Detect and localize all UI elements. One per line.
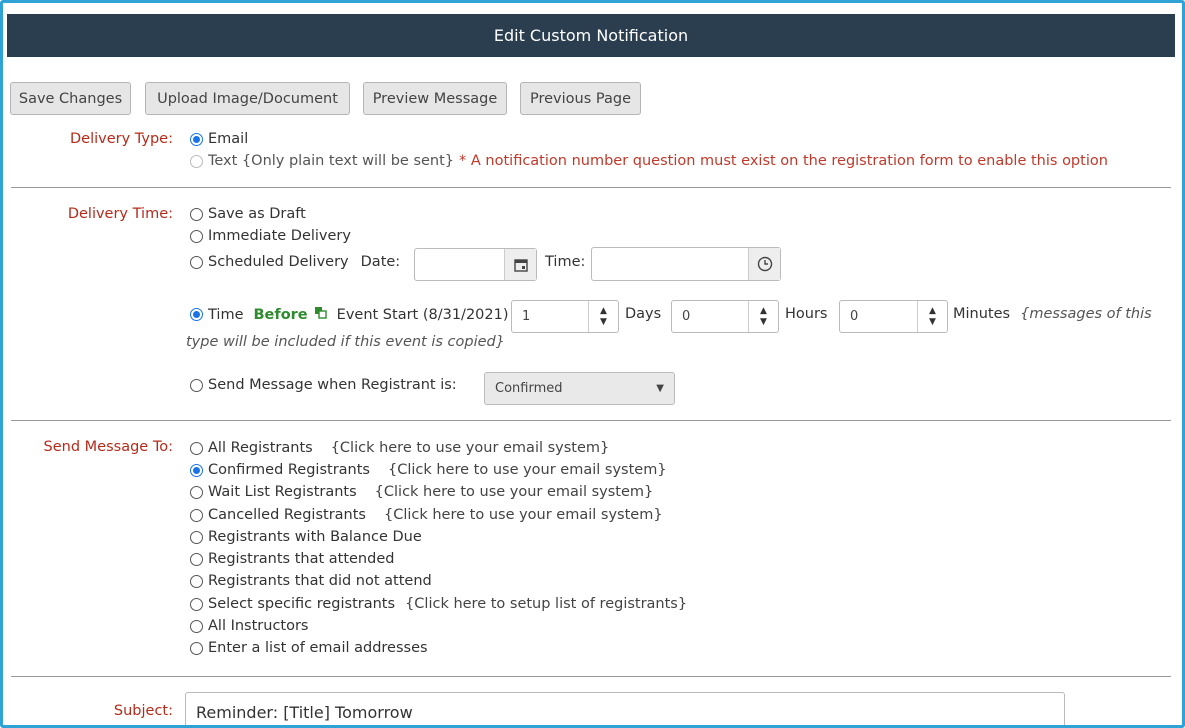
radio-icon[interactable] bbox=[190, 508, 203, 522]
radio-icon[interactable] bbox=[190, 463, 203, 477]
time-option-label: Time bbox=[208, 306, 244, 323]
status-select[interactable]: Confirmed ▼ bbox=[484, 372, 675, 405]
email-system-link[interactable]: {Click here to use your email system} bbox=[331, 440, 610, 456]
delivery-text-label: Text {Only plain text will be sent} bbox=[208, 153, 455, 169]
send-to-option[interactable]: Select specific registrants {Click here … bbox=[190, 596, 687, 612]
event-start-label: Event Start (8/31/2021) bbox=[336, 306, 509, 323]
send-to-option-label: All Instructors bbox=[208, 618, 309, 634]
divider bbox=[11, 420, 1171, 421]
radio-icon[interactable] bbox=[190, 378, 203, 392]
draft-label: Save as Draft bbox=[208, 206, 306, 222]
immediate-option[interactable]: Immediate Delivery bbox=[190, 228, 351, 244]
send-to-option-label: Enter a list of email addresses bbox=[208, 640, 428, 656]
status-option[interactable]: Send Message when Registrant is: bbox=[190, 377, 457, 393]
email-system-link[interactable]: {Click here to use your email system} bbox=[375, 484, 654, 500]
days-value: 1 bbox=[522, 309, 531, 324]
copy-note: {messages of this bbox=[1020, 306, 1152, 322]
send-to-option[interactable]: Registrants that attended bbox=[190, 551, 394, 567]
send-to-option[interactable]: Registrants that did not attend bbox=[190, 573, 432, 589]
send-to-option[interactable]: Wait List Registrants {Click here to use… bbox=[190, 484, 653, 500]
send-to-option-label: Registrants that did not attend bbox=[208, 573, 432, 589]
radio-icon[interactable] bbox=[190, 619, 203, 633]
days-label: Days bbox=[625, 306, 662, 322]
dropdown-arrow-icon: ▼ bbox=[656, 383, 664, 394]
hours-label: Hours bbox=[785, 306, 828, 322]
scheduled-option[interactable]: Scheduled Delivery Date: bbox=[190, 254, 400, 270]
previous-page-button[interactable]: Previous Page bbox=[520, 82, 641, 115]
draft-option[interactable]: Save as Draft bbox=[190, 206, 306, 222]
subject-value: Reminder: [Title] Tomorrow bbox=[196, 702, 413, 722]
send-to-label: Send Message To: bbox=[43, 439, 173, 455]
minutes-label: Minutes bbox=[953, 306, 1011, 322]
immediate-label: Immediate Delivery bbox=[208, 228, 351, 244]
calendar-icon[interactable] bbox=[504, 249, 536, 280]
radio-icon[interactable] bbox=[190, 229, 203, 243]
divider bbox=[11, 676, 1171, 677]
page-frame: Edit Custom Notification Save Changes Up… bbox=[0, 0, 1185, 728]
time-input[interactable] bbox=[591, 247, 781, 281]
radio-icon[interactable] bbox=[190, 552, 203, 566]
send-to-option[interactable]: All Registrants {Click here to use your … bbox=[190, 440, 609, 456]
radio-icon[interactable] bbox=[190, 308, 203, 321]
minutes-stepper[interactable]: 0 ▲ ▼ bbox=[839, 300, 948, 333]
email-system-link[interactable]: {Click here to use your email system} bbox=[388, 462, 667, 478]
send-to-option-label: Confirmed Registrants bbox=[208, 462, 370, 478]
upload-button[interactable]: Upload Image/Document bbox=[145, 82, 350, 115]
radio-icon[interactable] bbox=[190, 207, 203, 221]
send-to-option[interactable]: Confirmed Registrants {Click here to use… bbox=[190, 462, 667, 478]
date-input[interactable] bbox=[414, 248, 537, 281]
radio-icon[interactable] bbox=[190, 597, 203, 611]
delivery-text-option: Text {Only plain text will be sent} * A … bbox=[190, 153, 1108, 169]
radio-icon[interactable] bbox=[190, 574, 203, 588]
scheduled-label: Scheduled Delivery bbox=[208, 254, 349, 270]
radio-icon[interactable] bbox=[190, 530, 203, 544]
send-to-option-label: Cancelled Registrants bbox=[208, 507, 366, 523]
send-to-option[interactable]: Enter a list of email addresses bbox=[190, 640, 428, 656]
before-toggle[interactable]: Before bbox=[254, 307, 308, 323]
send-to-option-label: Select specific registrants bbox=[208, 596, 396, 612]
save-button[interactable]: Save Changes bbox=[10, 82, 131, 115]
subject-label: Subject: bbox=[113, 703, 173, 719]
radio-icon[interactable] bbox=[190, 132, 203, 146]
send-to-option-label: Registrants with Balance Due bbox=[208, 529, 422, 545]
subject-input[interactable]: Reminder: [Title] Tomorrow bbox=[185, 692, 1065, 725]
time-before-option[interactable]: Time Before Event Start (8/31/2021) bbox=[190, 306, 509, 323]
days-stepper[interactable]: 1 ▲ ▼ bbox=[511, 300, 619, 333]
status-select-value: Confirmed bbox=[495, 381, 563, 396]
setup-registrants-link[interactable]: {Click here to setup list of registrants… bbox=[405, 596, 687, 612]
email-system-link[interactable]: {Click here to use your email system} bbox=[384, 507, 663, 523]
clock-icon[interactable] bbox=[748, 248, 780, 280]
preview-button[interactable]: Preview Message bbox=[363, 82, 507, 115]
radio-icon[interactable] bbox=[190, 485, 203, 499]
radio-icon[interactable] bbox=[190, 255, 203, 269]
delivery-text-note: * A notification number question must ex… bbox=[459, 153, 1108, 169]
send-to-option-label: Registrants that attended bbox=[208, 551, 395, 567]
date-label: Date: bbox=[360, 254, 401, 270]
radio-icon[interactable] bbox=[190, 441, 203, 455]
radio-icon[interactable] bbox=[190, 641, 203, 655]
delivery-time-label: Delivery Time: bbox=[67, 206, 173, 222]
send-to-option[interactable]: All Instructors bbox=[190, 618, 309, 634]
copy-note-continued: type will be included if this event is c… bbox=[186, 334, 505, 350]
delivery-email-option[interactable]: Email bbox=[190, 131, 248, 147]
stepper-arrows-icon[interactable]: ▲ ▼ bbox=[917, 301, 947, 332]
divider bbox=[11, 187, 1171, 188]
page-title: Edit Custom Notification bbox=[7, 14, 1175, 57]
hours-stepper[interactable]: 0 ▲ ▼ bbox=[671, 300, 779, 333]
stepper-arrows-icon[interactable]: ▲ ▼ bbox=[588, 301, 618, 332]
stepper-arrows-icon[interactable]: ▲ ▼ bbox=[748, 301, 778, 332]
send-to-option[interactable]: Cancelled Registrants {Click here to use… bbox=[190, 507, 663, 523]
status-option-label: Send Message when Registrant is: bbox=[208, 377, 457, 393]
radio-icon bbox=[190, 154, 203, 168]
send-to-option-label: Wait List Registrants bbox=[208, 484, 357, 500]
minutes-row: Minutes {messages of this bbox=[953, 306, 1152, 322]
send-to-option[interactable]: Registrants with Balance Due bbox=[190, 529, 422, 545]
minutes-value: 0 bbox=[850, 309, 859, 324]
time-label: Time: bbox=[545, 254, 586, 270]
hours-value: 0 bbox=[682, 309, 691, 324]
delivery-type-label: Delivery Type: bbox=[70, 131, 173, 147]
swap-icon[interactable] bbox=[314, 306, 327, 323]
send-to-option-label: All Registrants bbox=[208, 440, 313, 456]
delivery-email-label: Email bbox=[208, 131, 249, 147]
